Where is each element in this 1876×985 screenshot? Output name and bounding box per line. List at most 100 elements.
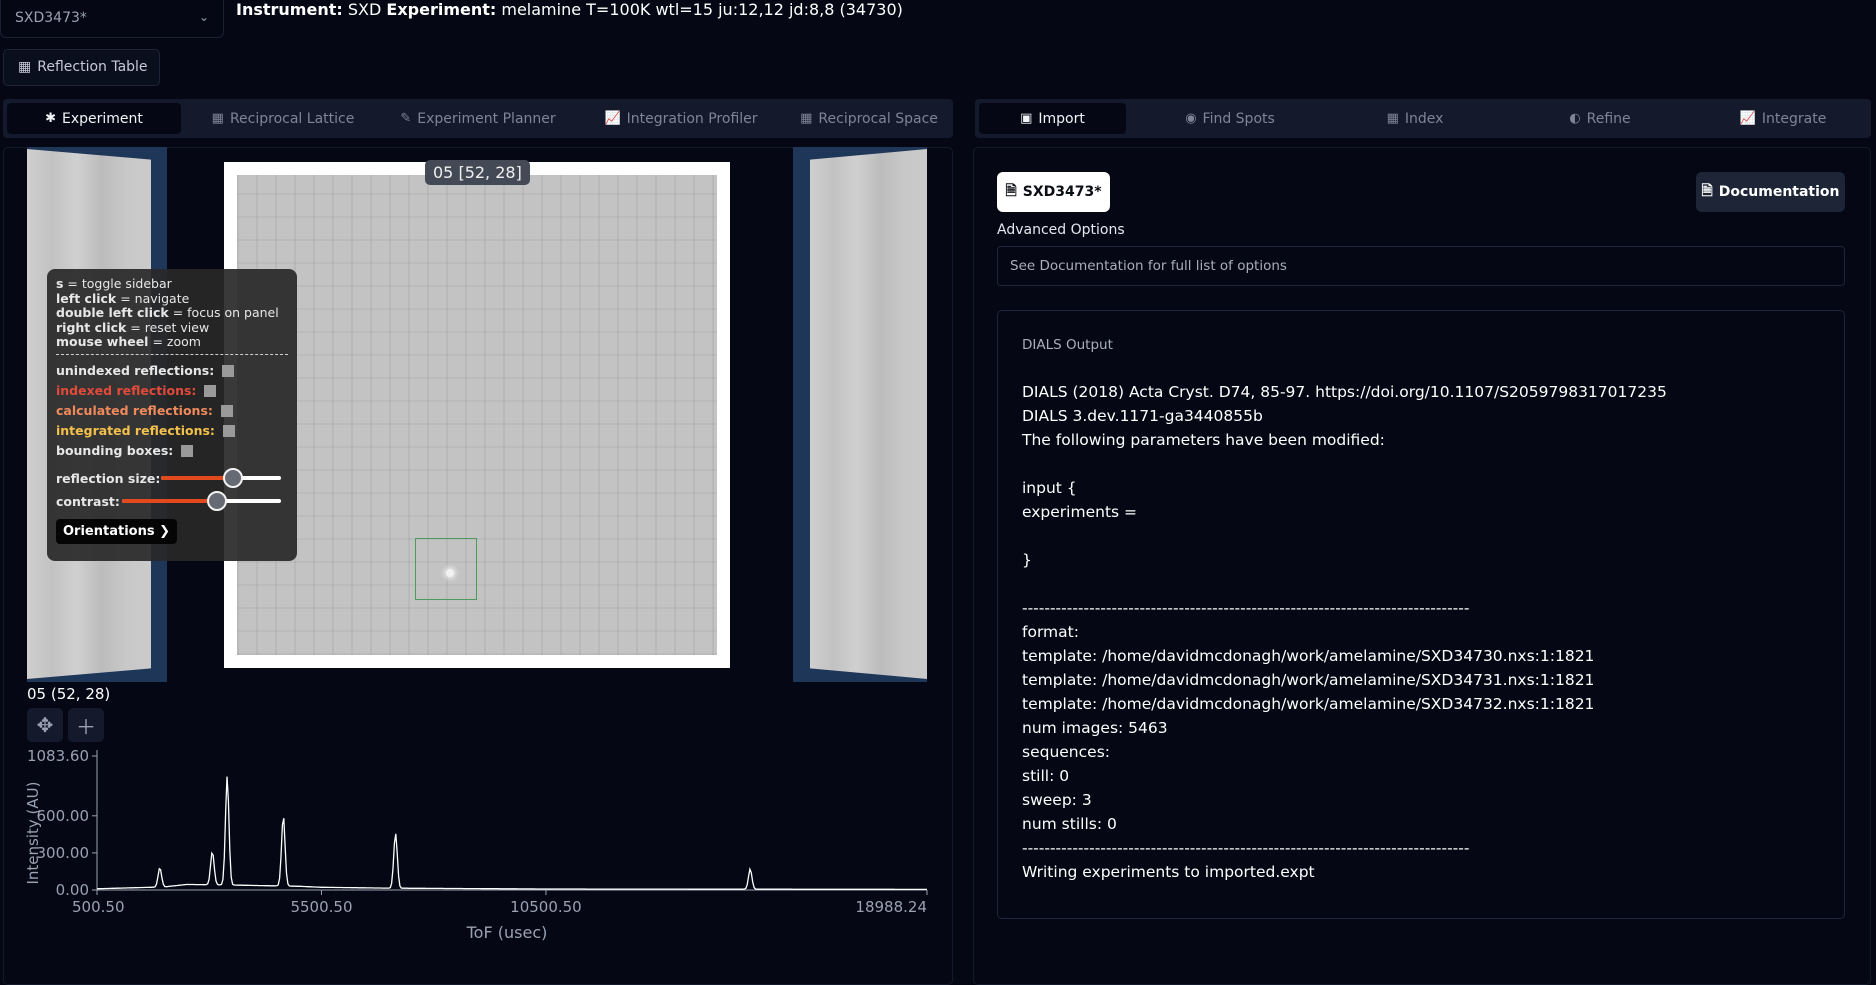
help-key: double left click [56, 305, 169, 320]
file-button[interactable]: 🗎 SXD3473* [997, 172, 1110, 212]
advanced-options-input[interactable]: See Documentation for full list of optio… [997, 246, 1845, 286]
tab-experiment-planner[interactable]: ✎ Experiment Planner [385, 103, 571, 134]
y-tick-label: 600.00 [37, 807, 90, 825]
reflection-spot[interactable] [446, 569, 454, 577]
workflow-tabbar: ▣ Import ◉ Find Spots ▦ Index ◐ Refine 📈 Inte… [975, 99, 1871, 138]
contrast-slider[interactable]: contrast: [56, 490, 288, 513]
tab-label: Index [1404, 110, 1444, 127]
option-label: bounding boxes: [56, 443, 174, 458]
move-icon[interactable]: ✥ [27, 708, 63, 742]
dials-output-title: DIALS Output [1022, 337, 1113, 353]
checkbox[interactable] [222, 424, 235, 437]
pencil-icon: ✎ [400, 111, 412, 126]
toggle-bounding-boxes[interactable]: bounding boxes: [56, 441, 288, 461]
checkbox[interactable] [220, 404, 233, 417]
tab-index[interactable]: ▦ Index [1330, 103, 1500, 134]
tab-refine[interactable]: ◐ Refine [1515, 103, 1685, 134]
tab-experiment[interactable]: ✱ Experiment [7, 103, 181, 134]
dials-output-text: DIALS (2018) Acta Cryst. D74, 85-97. htt… [1022, 383, 1667, 881]
chart-icon: 📈 [1739, 111, 1756, 126]
help-desc: = navigate [116, 290, 190, 306]
slider-handle[interactable] [207, 490, 228, 511]
detector-panel-label: 05 [52, 28] [425, 160, 530, 185]
reflection-size-slider[interactable]: reflection size: [56, 467, 288, 490]
tab-label: Refine [1586, 110, 1631, 127]
tab-label: Integrate [1761, 110, 1827, 127]
file-select[interactable]: SXD3473* ⌄ [0, 0, 224, 38]
selected-reflection-box[interactable] [415, 538, 477, 600]
option-label: unindexed reflections: [56, 363, 215, 378]
option-label: integrated reflections: [56, 423, 215, 438]
chevron-right-icon: ❯ [159, 523, 171, 539]
slider-fill [122, 499, 218, 503]
controls-overlay: s = toggle sidebar left click = navigate… [47, 269, 297, 561]
option-label: indexed reflections: [56, 383, 197, 398]
tab-label: Integration Profiler [626, 110, 758, 127]
documentation-button[interactable]: 🗎 Documentation [1696, 172, 1845, 212]
x-tick-label: 18988.24 [855, 898, 927, 916]
help-line: s = toggle sidebar [56, 276, 288, 292]
y-tick-label: 0.00 [56, 881, 89, 899]
toggle-unindexed-reflections[interactable]: unindexed reflections: [56, 361, 288, 381]
file-select-value: SXD3473* [15, 10, 87, 26]
detector-panel-right[interactable] [810, 149, 927, 679]
tab-label: Experiment Planner [417, 110, 556, 127]
plus-icon[interactable]: ＋ [68, 708, 104, 742]
slider-label: contrast: [56, 493, 120, 509]
experiment-title: Instrument: SXD Experiment: melamine T=1… [236, 0, 903, 19]
file-icon: 🗎 [1005, 183, 1017, 199]
tab-reciprocal-lattice[interactable]: ▦ Reciprocal Lattice [198, 103, 368, 134]
help-line: mouse wheel = zoom [56, 334, 288, 350]
tab-reciprocal-space[interactable]: ▦ Reciprocal Space [790, 103, 948, 134]
chart-icon: 📈 [604, 111, 621, 126]
plot-title: 05 (52, 28) [27, 685, 111, 703]
target-icon: ◉ [1185, 111, 1197, 126]
help-text: s = toggle sidebar left click = navigate… [56, 276, 288, 350]
help-key: mouse wheel [56, 334, 149, 349]
documentation-label: Documentation [1718, 184, 1840, 200]
checkbox[interactable] [204, 384, 217, 397]
tab-find-spots[interactable]: ◉ Find Spots [1145, 103, 1315, 134]
tab-integrate[interactable]: 📈 Integrate [1700, 103, 1866, 134]
chevron-down-icon: ⌄ [198, 10, 209, 24]
x-tick-label: 10500.50 [510, 898, 582, 916]
reflection-table-label: Reflection Table [37, 59, 148, 75]
tab-integration-profiler[interactable]: 📈 Integration Profiler [587, 103, 775, 134]
orientations-label: Orientations [63, 523, 155, 539]
help-key: right click [56, 319, 127, 335]
x-tick-label: 5500.50 [290, 898, 352, 916]
help-desc: = toggle sidebar [63, 276, 172, 291]
table-icon: ▦ [18, 59, 32, 75]
option-label: calculated reflections: [56, 403, 213, 418]
instrument-label: Instrument: [236, 0, 343, 19]
checkbox[interactable] [222, 364, 235, 377]
help-desc: = zoom [148, 334, 201, 349]
slider-label: reflection size: [56, 470, 161, 486]
tab-label: Reciprocal Lattice [229, 110, 355, 127]
tab-label: Reciprocal Space [818, 110, 938, 127]
chart-layer: 1083.60 600.00 300.00 0.00500.50 5500.50 1050… [24, 747, 928, 942]
experiment-label: Experiment: [386, 0, 497, 19]
experiment-value: melamine T=100K wtl=15 ju:12,12 jd:8,8 (… [501, 0, 903, 19]
file-button-label: SXD3473* [1022, 184, 1102, 200]
tab-import[interactable]: ▣ Import [979, 103, 1126, 134]
toggle-calculated-reflections[interactable]: calculated reflections: [56, 401, 288, 421]
asterisk-icon: ✱ [45, 111, 56, 126]
slider-handle[interactable] [223, 467, 243, 488]
overlay-divider [56, 353, 288, 355]
tab-label: Find Spots [1202, 110, 1275, 127]
tof-intensity-chart[interactable]: 1083.60 600.00 300.00 0.00500.50 5500.50 1050… [0, 740, 960, 960]
grid-icon: ▦ [800, 111, 813, 126]
checkbox[interactable] [181, 444, 194, 457]
toggle-indexed-reflections[interactable]: indexed reflections: [56, 381, 288, 401]
detector-panel-image[interactable] [237, 175, 717, 655]
help-line: left click = navigate [56, 290, 288, 307]
instrument-value: SXD [347, 0, 382, 19]
image-icon: ▣ [1020, 111, 1033, 126]
help-desc: = focus on panel [168, 305, 279, 320]
orientations-button[interactable]: Orientations ❯ [56, 518, 178, 544]
help-line: right click = reset view [56, 319, 288, 336]
reflection-table-button[interactable]: ▦ Reflection Table [3, 49, 160, 86]
toggle-integrated-reflections[interactable]: integrated reflections: [56, 421, 288, 441]
half-circle-icon: ◐ [1569, 111, 1581, 126]
